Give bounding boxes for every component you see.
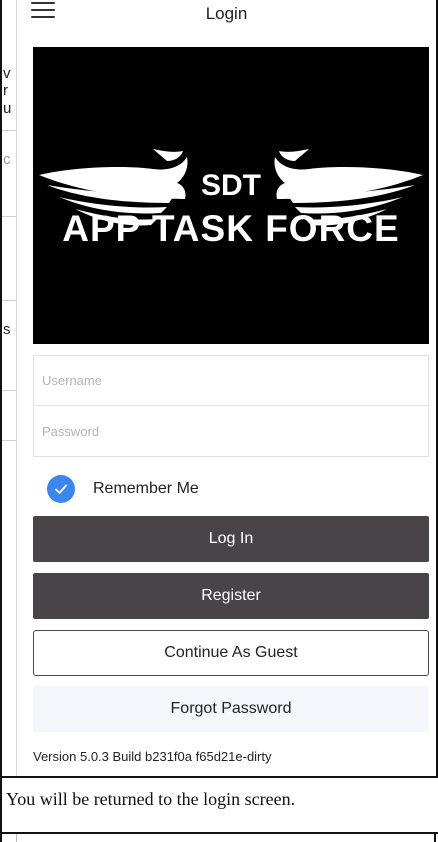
- app-banner-logo: SDT APP TASK FORCE: [33, 47, 429, 344]
- checkmark-icon: [55, 484, 67, 494]
- app-header: Login: [17, 0, 436, 36]
- version-text: Version 5.0.3 Build b231f0a f65d21e-dirt…: [33, 749, 272, 764]
- frame-tick: [16, 834, 17, 842]
- page-title: Login: [205, 4, 248, 23]
- page: v r u c s Login SDT APP TASK FORCE Usern…: [0, 0, 438, 842]
- password-input[interactable]: [34, 406, 428, 456]
- register-button-label: Register: [201, 587, 261, 604]
- headline-text: APP TASK FORCE: [62, 208, 399, 249]
- remember-me-label: Remember Me: [93, 480, 199, 497]
- app-screenshot: v r u c s Login SDT APP TASK FORCE Usern…: [0, 0, 438, 777]
- brand-text: SDT: [201, 169, 261, 202]
- caption-divider-top: [0, 776, 438, 778]
- wings-logo: SDT APP TASK FORCE: [39, 149, 423, 249]
- drawer-text-fragment: s: [3, 321, 11, 338]
- forgot-password-label: Forgot Password: [170, 700, 292, 717]
- drawer-text-fragment: c: [3, 151, 11, 168]
- username-field[interactable]: [33, 355, 429, 406]
- drawer-text-fragment: r: [3, 82, 8, 99]
- remember-me-checkbox[interactable]: [47, 475, 75, 503]
- frame-border-left: [0, 0, 2, 842]
- login-button-label: Log In: [208, 530, 254, 547]
- login-button[interactable]: Log In: [33, 516, 429, 562]
- register-button[interactable]: Register: [33, 573, 429, 619]
- drawer-text-fragment: u: [3, 100, 12, 117]
- remember-me-row[interactable]: Remember Me: [47, 474, 199, 504]
- password-field[interactable]: [33, 406, 429, 457]
- caption-text: You will be returned to the login screen…: [6, 789, 296, 809]
- side-drawer-edge: v r u c s: [0, 0, 17, 777]
- guest-button-label: Continue As Guest: [164, 644, 298, 661]
- drawer-divider: [0, 390, 16, 391]
- frame-tick: [434, 834, 436, 842]
- drawer-divider: [0, 440, 16, 441]
- forgot-password-button[interactable]: Forgot Password: [33, 686, 429, 732]
- continue-as-guest-button[interactable]: Continue As Guest: [33, 630, 429, 676]
- drawer-divider: [0, 300, 16, 301]
- drawer-divider: [0, 216, 16, 217]
- username-input[interactable]: [34, 356, 428, 405]
- drawer-divider: [0, 130, 16, 131]
- drawer-text-fragment: v: [3, 65, 11, 82]
- caption-divider-bottom: [0, 832, 438, 834]
